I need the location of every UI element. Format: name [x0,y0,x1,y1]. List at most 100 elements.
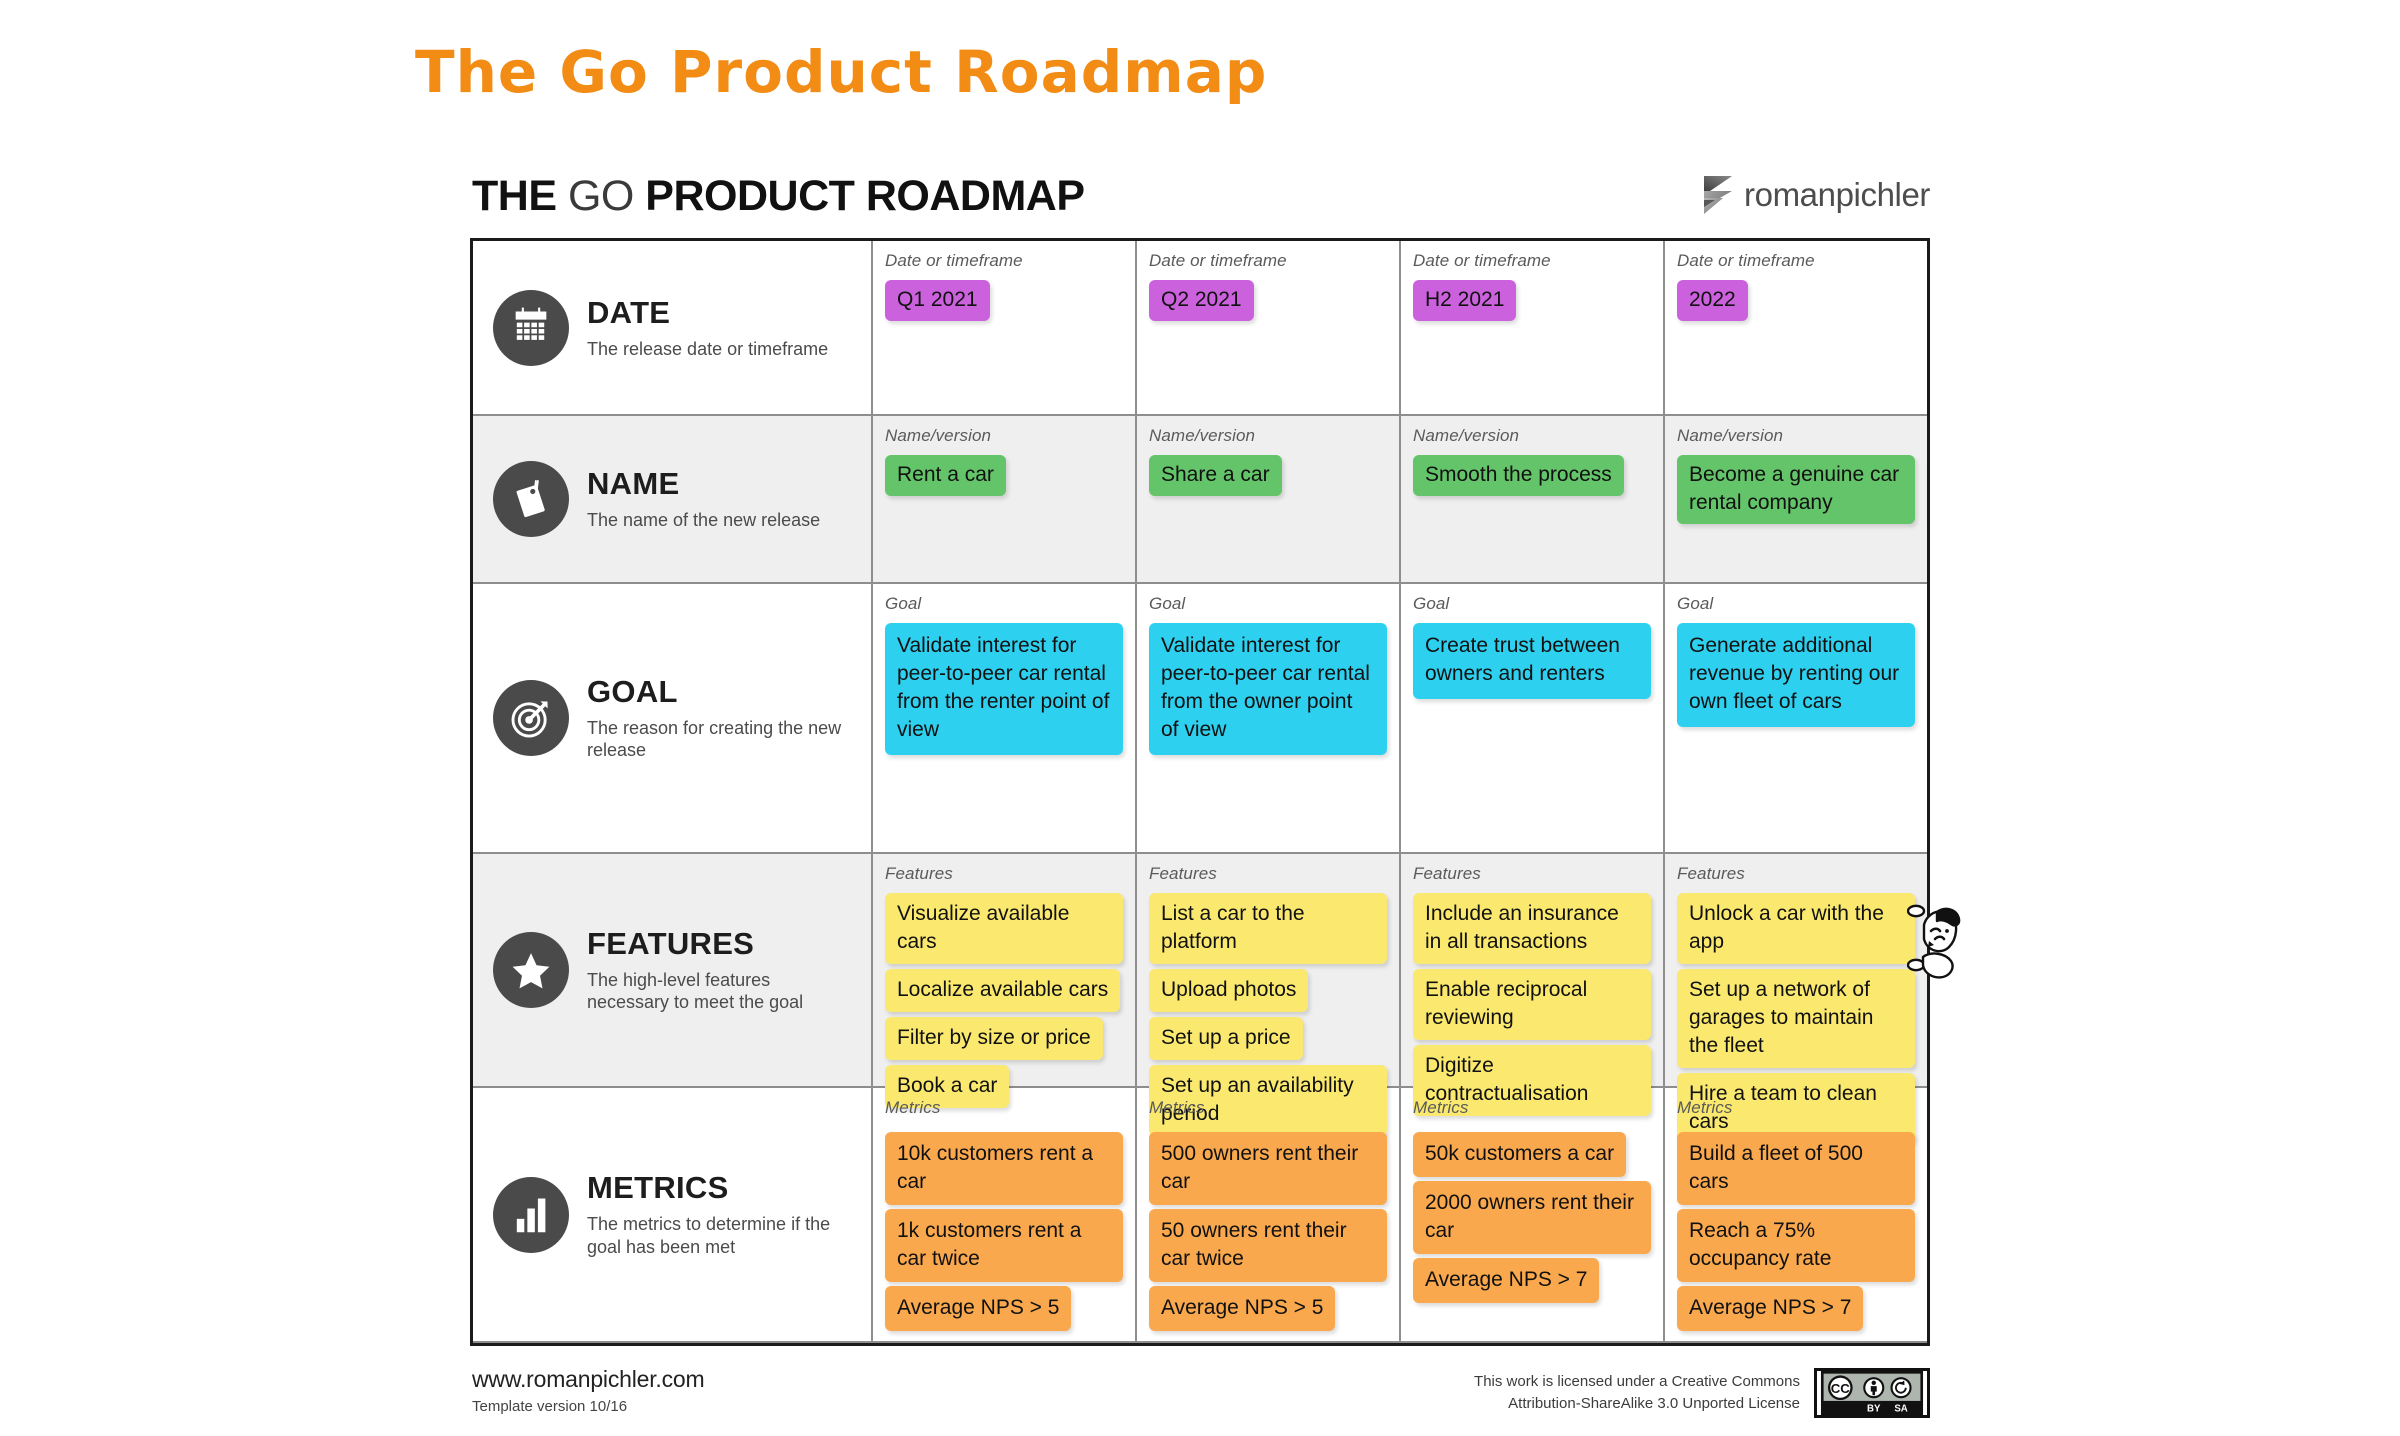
row-subtitle-goal: The reason for creating the new release [587,717,842,761]
row-cells-goal: Goal Validate interest for peer-to-peer … [873,584,1927,852]
sticky-note[interactable]: 50k customers a car [1413,1132,1627,1177]
sticky-note[interactable]: Average NPS > 7 [1413,1257,1600,1303]
sticky-note[interactable]: Create trust between owners and renters [1413,623,1651,699]
sticky-note[interactable]: Reach a 75% occupancy rate [1677,1208,1915,1282]
sticky-note[interactable]: H2 2021 [1413,280,1517,321]
cell-label: Date or timeframe [1149,251,1287,270]
sticky-note[interactable]: Upload photos [1149,968,1309,1012]
page-title: The Go Product Roadmap [415,38,1268,106]
sticky-note[interactable]: Visualize available cars [885,893,1123,964]
note-stack: Q1 2021 [885,280,1123,321]
row-title-features: FEATURES [587,925,755,961]
row-cells-features: Features Visualize available cars Locali… [873,854,1927,1144]
roadmap-row-date: DATE The release date or timeframe Date … [473,241,1927,416]
cell-label: Date or timeframe [885,251,1023,270]
row-title-date: DATE [587,294,671,330]
sticky-note[interactable]: 2022 [1677,280,1748,321]
row-title-goal: GOAL [587,673,678,709]
cell-date-2: Date or timeframe Q2 2021 [1137,241,1401,414]
sticky-note[interactable]: Rent a car [885,455,1006,496]
sticky-note[interactable]: Generate additional revenue by renting o… [1677,623,1915,727]
cell-label: Name/version [1413,426,1520,445]
go-product-roadmap-sheet: THE GO PRODUCT ROADMAP romanpichler DATE… [470,160,1961,1418]
row-cells-date: Date or timeframe Q1 2021 Date or timefr… [873,241,1927,414]
website-url[interactable]: www.romanpichler.com [472,1366,705,1393]
row-header-name: NAME The name of the new release [473,416,873,582]
cell-date-4: Date or timeframe 2022 [1665,241,1927,414]
price-tag-icon [493,461,569,537]
cell-goal-3: Goal Create trust between owners and ren… [1401,584,1665,852]
sticky-note[interactable]: Validate interest for peer-to-peer car r… [1149,623,1387,755]
sticky-note[interactable]: Share a car [1149,455,1282,496]
cell-name-4: Name/version Become a genuine car rental… [1665,416,1927,582]
bar-chart-icon [493,1176,569,1253]
note-stack: Build a fleet of 500 cars Reach a 75% oc… [1677,1132,1915,1331]
sticky-note[interactable]: 1k customers rent a car twice [885,1208,1123,1282]
cell-label: Metrics [1413,1098,1469,1117]
cell-label: Features [885,864,953,883]
roadmap-table: DATE The release date or timeframe Date … [470,238,1961,1346]
row-title-name: NAME [587,466,680,502]
cc-by-label: BY [1867,1403,1881,1414]
cell-metrics-3: Metrics 50k customers a car 2000 owners … [1401,1088,1665,1341]
sticky-note[interactable]: 50 owners rent their car twice [1149,1208,1387,1282]
sticky-note[interactable]: Average NPS > 7 [1677,1285,1864,1331]
note-stack: Create trust between owners and renters [1413,623,1651,699]
cell-features-2: Features List a car to the platform Uplo… [1137,854,1401,1136]
row-label-name: NAME The name of the new release [587,466,820,532]
cc-sa-label: SA [1894,1403,1907,1414]
note-stack: Visualize available cars Localize availa… [885,893,1123,1108]
cell-label: Name/version [885,426,992,445]
sticky-note[interactable]: Localize available cars [885,968,1121,1012]
row-title-metrics: METRICS [587,1170,729,1206]
footer-left: www.romanpichler.com Template version 10… [472,1366,705,1415]
star-icon [493,932,569,1008]
roadmap-row-goal: GOAL The reason for creating the new rel… [473,584,1927,854]
sticky-note[interactable]: Include an insurance in all transactions [1413,893,1651,964]
cell-goal-4: Goal Generate additional revenue by rent… [1665,584,1927,852]
sticky-note[interactable]: Filter by size or price [885,1016,1103,1060]
sticky-note[interactable]: Unlock a car with the app [1677,893,1915,964]
sticky-note[interactable]: 10k customers rent a car [885,1132,1123,1205]
note-stack: Q2 2021 [1149,280,1387,321]
sticky-note[interactable]: Average NPS > 5 [885,1285,1072,1331]
cell-label: Date or timeframe [1413,251,1551,270]
cell-label: Name/version [1149,426,1256,445]
creative-commons-by-sa-badge-icon[interactable]: CC BY SA [1814,1368,1930,1418]
brand-logo: romanpichler [1701,174,1930,216]
roadmap-title-part1: THE [472,172,568,220]
roadmap-title: THE GO PRODUCT ROADMAP [472,172,1085,221]
footer-right: This work is licensed under a Creative C… [1474,1368,1930,1418]
roadmap-row-features: FEATURES The high-level features necessa… [473,854,1927,1144]
roadmap-row-name: NAME The name of the new release Name/ve… [473,416,1927,584]
note-stack: Generate additional revenue by renting o… [1677,623,1915,727]
sticky-note[interactable]: Q1 2021 [885,280,990,321]
sticky-note[interactable]: Validate interest for peer-to-peer car r… [885,623,1123,755]
sticky-note[interactable]: Average NPS > 5 [1149,1285,1336,1331]
sticky-note[interactable]: List a car to the platform [1149,893,1387,964]
cell-label: Features [1413,864,1481,883]
cell-label: Goal [1413,594,1450,613]
row-label-features: FEATURES The high-level features necessa… [587,926,857,1014]
sticky-note[interactable]: Set up a price [1149,1016,1303,1060]
sticky-note[interactable]: Q2 2021 [1149,280,1254,321]
cell-features-1: Features Visualize available cars Locali… [873,854,1137,1108]
sticky-note[interactable]: Smooth the process [1413,455,1624,496]
row-label-metrics: METRICS The metrics to determine if the … [587,1170,857,1258]
roadmap-title-go: GO [567,172,634,220]
note-stack: Become a genuine car rental company [1677,455,1915,524]
cell-name-2: Name/version Share a car [1137,416,1401,582]
cell-metrics-2: Metrics 500 owners rent their car 50 own… [1137,1088,1401,1341]
cell-label: Metrics [1677,1098,1733,1117]
sticky-note[interactable]: Become a genuine car rental company [1677,455,1915,524]
sticky-note[interactable]: Build a fleet of 500 cars [1677,1132,1915,1205]
row-subtitle-metrics: The metrics to determine if the goal has… [587,1214,831,1257]
cell-label: Goal [1149,594,1186,613]
note-stack: Rent a car [885,455,1123,496]
roadmap-row-metrics: METRICS The metrics to determine if the … [473,1088,1927,1343]
note-stack: 2022 [1677,280,1915,321]
sticky-note[interactable]: 500 owners rent their car [1149,1132,1387,1205]
sticky-note[interactable]: 2000 owners rent their car [1413,1180,1651,1254]
sticky-note[interactable]: Enable reciprocal reviewing [1413,968,1651,1040]
sticky-note[interactable]: Set up a network of garages to maintain … [1677,968,1915,1068]
